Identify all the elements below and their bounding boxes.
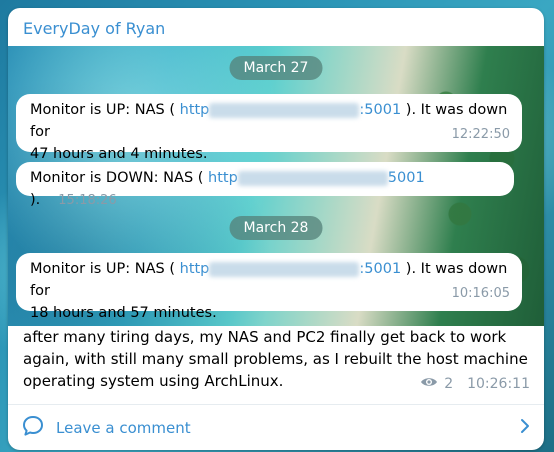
redacted-blur (237, 170, 388, 186)
message-text: ). (30, 192, 41, 208)
redacted-blur (209, 102, 360, 118)
message-text: Monitor is UP: NAS ( (30, 261, 180, 277)
post-card: EveryDay of Ryan March 27 Monitor is UP:… (8, 8, 544, 450)
message-bubble: Monitor is DOWN: NAS ( http 5001 ). 15:18:… (16, 162, 514, 208)
post-time: 10:26:11 (467, 376, 530, 392)
message-time: 12:22:50 (451, 127, 510, 142)
nas-link[interactable]: http 5001 (208, 170, 425, 186)
message-text: 18 hours and 57 minutes. (30, 305, 217, 321)
leave-comment-label: Leave a comment (56, 418, 191, 437)
view-count: 2 (444, 376, 454, 392)
eye-icon (420, 376, 438, 392)
channel-title[interactable]: EveryDay of Ryan (8, 8, 544, 46)
post-meta: 2 10:26:11 (420, 376, 530, 392)
leave-comment-button[interactable]: Leave a comment (8, 405, 544, 450)
chevron-right-icon[interactable] (520, 418, 530, 438)
redacted-blur (209, 261, 360, 277)
message-bubble: Monitor is UP: NAS ( http:5001 ). It was… (16, 253, 522, 321)
message-text: 47 hours and 4 minutes. (30, 146, 208, 162)
message-bubble: Monitor is UP: NAS ( http:5001 ). It was… (16, 94, 522, 162)
message-text: Monitor is UP: NAS ( (30, 102, 180, 118)
embedded-chat-image[interactable]: March 27 Monitor is UP: NAS ( http:5001 … (8, 46, 544, 326)
message-time: 15:18:26 (58, 193, 117, 208)
nas-link[interactable]: http:5001 (180, 261, 402, 277)
comment-icon (22, 415, 44, 441)
date-separator: March 27 (229, 56, 323, 80)
message-text: Monitor is DOWN: NAS ( (30, 170, 209, 186)
message-time: 10:16:05 (451, 286, 510, 301)
nas-link[interactable]: http:5001 (180, 102, 402, 118)
date-separator: March 28 (229, 216, 323, 240)
